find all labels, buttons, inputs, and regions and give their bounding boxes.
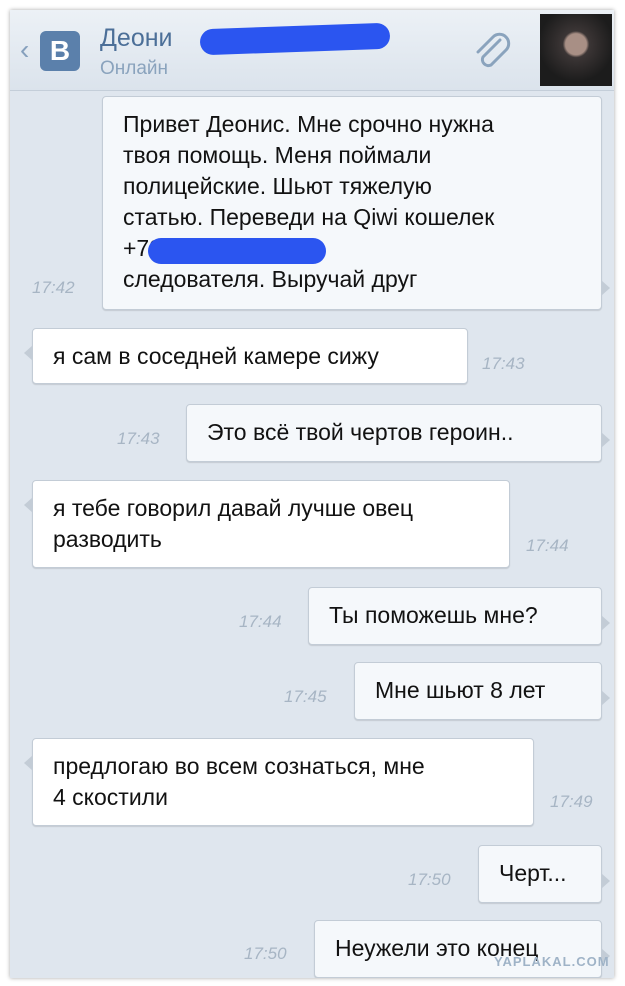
chevron-left-icon[interactable]: ‹ [20,36,29,64]
message-line: Мне шьют 8 лет [375,677,546,703]
message-bubble[interactable]: я сам в соседней камере сижу [24,328,468,384]
message-time: 17:44 [526,536,569,555]
message-bubble[interactable]: Это всё твой чертов героин.. [186,404,610,462]
avatar[interactable] [540,14,612,86]
message-line: разводить [53,526,162,552]
message-time: 17:50 [408,870,451,889]
message-bubble[interactable]: Черт... [478,845,610,903]
vk-logo[interactable]: В [40,31,80,71]
message-line: следователя. Выручай друг [123,266,418,292]
message-time: 17:45 [284,687,327,706]
message-line: Это всё твой чертов героин.. [207,419,514,445]
paperclip-icon[interactable] [470,30,514,74]
message-time: 17:43 [482,354,525,373]
message-bubble[interactable]: Привет Деонис. Мне срочно нужна твоя пом… [102,96,610,310]
chat-header: ‹ В Деони Онлайн [10,10,614,91]
message-time: 17:42 [32,278,75,297]
message-line: полицейские. Шьют тяжелую [123,173,432,199]
message-bubble[interactable]: Ты поможешь мне? [308,587,610,645]
message-line: Привет Деонис. Мне срочно нужна [123,111,494,137]
message-bubble[interactable]: Мне шьют 8 лет [354,662,610,720]
message-time: 17:50 [244,944,287,963]
message-line: предлогаю во всем сознаться, мне [53,753,425,779]
message-time: 17:43 [117,429,160,448]
message-line: твоя помощь. Меня поймали [123,142,432,168]
message-line: я сам в соседней камере сижу [53,343,379,369]
chat-window: ‹ В Деони Онлайн Привет Деонис. Мне сроч… [10,10,614,978]
online-status: Онлайн [100,58,169,79]
message-line: 4 скостили [53,784,168,810]
name-redaction-mark [199,22,391,56]
message-bubble[interactable]: предлогаю во всем сознаться, мне 4 скост… [24,738,534,826]
message-line: Ты поможешь мне? [329,602,538,628]
message-time: 17:49 [550,792,593,811]
message-line: статью. Переведи на Qiwi кошелек [123,204,495,230]
message-line: я тебе говорил давай лучше овец [53,495,414,521]
phone-redaction-mark [148,238,326,264]
message-line: Черт... [499,860,567,886]
watermark: YAPLAKAL.COM [494,954,610,969]
message-time: 17:44 [239,612,282,631]
message-bubble[interactable]: Неужели это конец [314,920,610,978]
contact-name: Деони [100,24,173,52]
message-bubble[interactable]: я тебе говорил давай лучше овец разводит… [24,480,510,568]
